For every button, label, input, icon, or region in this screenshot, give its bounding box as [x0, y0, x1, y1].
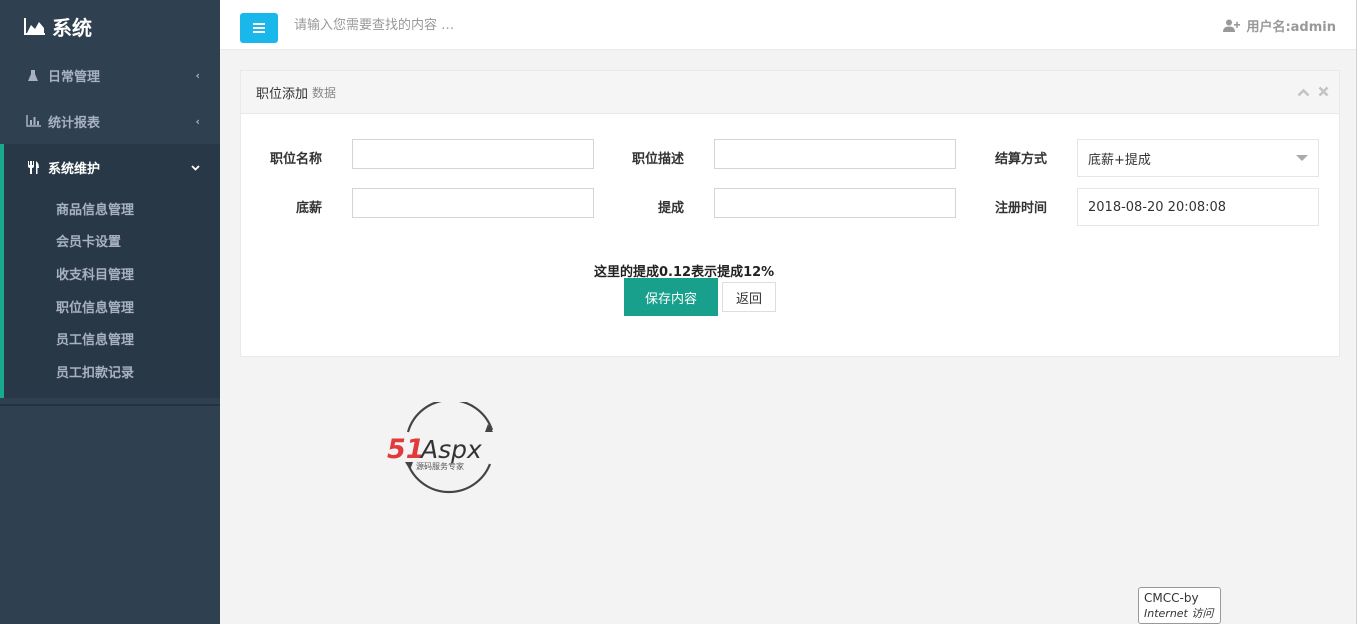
sidebar-group-maintenance: 系统维护 商品信息管理 会员卡设置 收支科目管理 职位信息管理 员工信息管理 员…: [0, 144, 220, 398]
settlement-label: 结算方式: [994, 152, 1047, 167]
chevron-left-icon: ‹: [195, 114, 200, 128]
position-desc-label: 职位描述: [631, 152, 684, 167]
topbar: 用户名:admin: [220, 0, 1356, 50]
menu-toggle-button[interactable]: [240, 13, 278, 43]
panel-header: 职位添加 数据: [241, 71, 1339, 114]
commission-label: 提成: [657, 201, 684, 216]
commission-input[interactable]: [714, 188, 956, 218]
badge-line1: CMCC-by: [1144, 591, 1199, 605]
user-plus-icon: [1223, 19, 1241, 32]
base-salary-input[interactable]: [352, 188, 594, 218]
hamburger-icon: [253, 23, 265, 33]
sidebar-item-reports[interactable]: 统计报表 ‹: [0, 98, 220, 144]
logo-text-51: 51: [387, 434, 425, 465]
form-panel: 职位添加 数据 职位名称 职位描述 结算方式 底薪+提成 底薪 提成 注册时间 …: [240, 70, 1340, 357]
submenu-item-member-card[interactable]: 会员卡设置: [4, 225, 220, 258]
brand-title: 系统: [52, 15, 92, 40]
sidebar: 系统 日常管理 ‹ 统计报表 ‹ 系统维护 商品信息管理 会员卡设置 收支科目管…: [0, 0, 220, 624]
caret-down-icon: [1296, 155, 1308, 161]
register-time-value: 2018-08-20 20:08:08: [1088, 199, 1227, 215]
window-edge: [1356, 0, 1364, 624]
register-time-label: 注册时间: [994, 201, 1047, 216]
user-name: 用户名:admin: [1246, 20, 1336, 35]
user-info[interactable]: 用户名:admin: [1223, 16, 1336, 35]
sidebar-divider: [0, 404, 220, 406]
submenu-item-positions[interactable]: 职位信息管理: [4, 290, 220, 323]
network-badge[interactable]: CMCC-by Internet 访问: [1138, 587, 1221, 624]
position-desc-input[interactable]: [714, 139, 956, 169]
sidebar-item-daily[interactable]: 日常管理 ‹: [0, 52, 220, 98]
base-salary-label: 底薪: [295, 201, 322, 216]
panel-subtitle: 数据: [312, 85, 337, 100]
area-chart-icon: [24, 17, 46, 35]
sidebar-item-label: 统计报表: [48, 115, 101, 131]
panel-tools: [1297, 86, 1329, 101]
register-time-input[interactable]: 2018-08-20 20:08:08: [1077, 188, 1319, 226]
panel-title: 职位添加: [256, 86, 309, 102]
logo-text-aspx: Aspx: [419, 435, 482, 464]
sidebar-item-label: 日常管理: [48, 69, 101, 85]
chevron-down-icon: [191, 161, 200, 174]
collapse-icon[interactable]: [1297, 86, 1310, 101]
submenu-item-products[interactable]: 商品信息管理: [4, 192, 220, 225]
logo-tagline: 源码服务专家: [416, 461, 464, 471]
cutlery-icon: [24, 160, 42, 174]
brand[interactable]: 系统: [0, 0, 220, 52]
position-name-input[interactable]: [352, 139, 594, 169]
back-button[interactable]: 返回: [722, 282, 776, 312]
submenu: 商品信息管理 会员卡设置 收支科目管理 职位信息管理 员工信息管理 员工扣款记录: [4, 190, 220, 398]
51aspx-logo: 51 Aspx 源码服务专家: [386, 399, 512, 494]
save-button[interactable]: 保存内容: [624, 278, 718, 316]
submenu-item-deductions[interactable]: 员工扣款记录: [4, 355, 220, 388]
sidebar-item-maintenance[interactable]: 系统维护: [4, 144, 220, 190]
close-icon[interactable]: [1318, 86, 1329, 101]
position-name-label: 职位名称: [269, 152, 322, 167]
settlement-value: 底薪+提成: [1088, 152, 1151, 168]
bar-chart-icon: [24, 115, 42, 127]
settlement-select[interactable]: 底薪+提成: [1077, 139, 1319, 177]
sidebar-item-label: 系统维护: [48, 161, 101, 177]
flask-icon: [24, 69, 42, 82]
submenu-item-employees[interactable]: 员工信息管理: [4, 322, 220, 355]
submenu-item-accounts[interactable]: 收支科目管理: [4, 257, 220, 290]
badge-line2: Internet 访问: [1144, 607, 1214, 620]
search-input[interactable]: [294, 14, 694, 36]
chevron-left-icon: ‹: [195, 68, 200, 82]
